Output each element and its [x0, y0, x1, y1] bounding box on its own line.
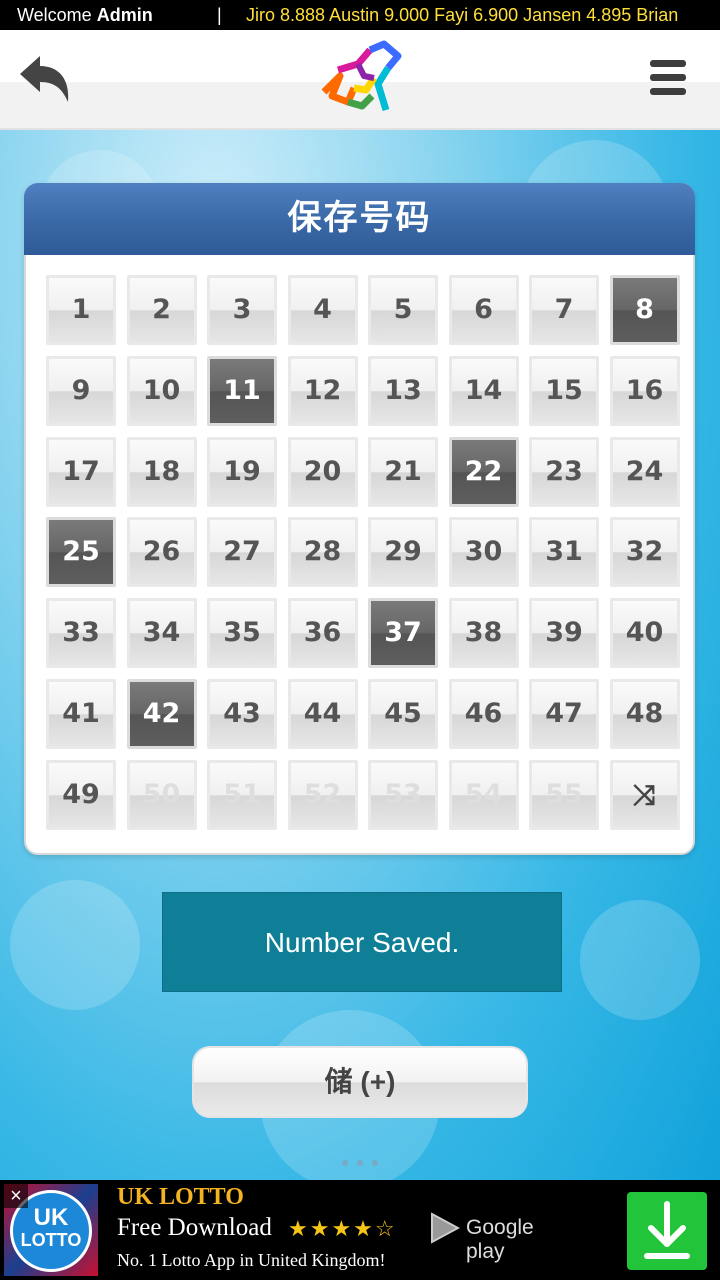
number-cell-7[interactable]: 7	[529, 275, 599, 345]
number-cell-5[interactable]: 5	[368, 275, 438, 345]
number-cell-33[interactable]: 33	[46, 598, 116, 669]
scores-marquee: Jiro 8.888 Austin 9.000 Fayi 6.900 Janse…	[246, 5, 679, 25]
ticker-bar: Welcome Admin | Jiro 8.888 Austin 9.000 …	[0, 0, 720, 30]
username: Admin	[96, 5, 153, 25]
ad-rating-stars: ★★★★☆	[288, 1216, 397, 1241]
ad-logo-line1: UK	[33, 1204, 69, 1231]
ad-download-button[interactable]	[627, 1192, 707, 1270]
number-cell-51: 51	[207, 759, 277, 830]
back-arrow-icon	[20, 56, 69, 102]
toast-message: Number Saved.	[162, 892, 562, 992]
page-dot	[342, 1160, 348, 1166]
number-cell-34[interactable]: 34	[126, 598, 197, 669]
number-cell-17[interactable]: 17	[46, 436, 116, 507]
welcome-text: Welcome Admin	[17, 5, 153, 25]
ad-logo-line2: LOTTO	[20, 1230, 82, 1250]
number-cell-14[interactable]: 14	[448, 355, 519, 426]
number-cell-3[interactable]: 3	[207, 275, 277, 345]
number-cell-26[interactable]: 26	[126, 517, 197, 588]
page-dot	[372, 1160, 378, 1166]
number-cell-19[interactable]: 19	[207, 436, 277, 507]
number-cell-11[interactable]: 11	[207, 355, 277, 426]
google-play-label: Google play	[466, 1216, 534, 1263]
number-cell-52: 52	[287, 759, 358, 830]
number-cell-15[interactable]: 15	[529, 355, 599, 426]
number-cell-22[interactable]: 22	[448, 436, 519, 507]
number-cell-13[interactable]: 13	[368, 355, 438, 426]
number-cell-40[interactable]: 40	[609, 598, 680, 669]
number-cell-23[interactable]: 23	[529, 436, 599, 507]
number-cell-41[interactable]: 41	[46, 679, 116, 749]
number-cell-54: 54	[448, 759, 519, 830]
number-cell-18[interactable]: 18	[126, 436, 197, 507]
number-cell-16[interactable]: 16	[609, 355, 680, 426]
google-play-icon	[431, 1212, 460, 1244]
number-cell-9[interactable]: 9	[46, 355, 116, 426]
hamburger-menu-icon	[650, 60, 686, 67]
back-button[interactable]	[18, 52, 72, 106]
page-indicator	[340, 1160, 380, 1168]
google-play-badge: Google play	[430, 1212, 570, 1263]
number-cell-36[interactable]: 36	[287, 598, 358, 669]
app-logo	[318, 40, 404, 118]
number-cell-53: 53	[368, 759, 438, 830]
number-cell-10[interactable]: 10	[126, 355, 197, 426]
number-cell-30[interactable]: 30	[448, 517, 519, 588]
hamburger-menu-icon	[650, 88, 686, 95]
number-cell-1[interactable]: 1	[46, 275, 116, 345]
number-cell-42[interactable]: 42	[126, 679, 197, 749]
number-cell-2[interactable]: 2	[126, 275, 197, 345]
download-icon	[644, 1201, 690, 1259]
ad-title: UK LOTTO	[117, 1184, 244, 1210]
number-cell-55: 55	[529, 759, 599, 830]
number-cell-27[interactable]: 27	[207, 517, 277, 588]
number-cell-32[interactable]: 32	[609, 517, 680, 588]
number-cell-44[interactable]: 44	[287, 679, 358, 749]
number-cell-28[interactable]: 28	[287, 517, 358, 588]
hamburger-menu-icon	[650, 74, 686, 81]
number-cell-4[interactable]: 4	[287, 275, 358, 345]
number-cell-50: 50	[126, 759, 197, 830]
panel-title: 保存号码	[24, 183, 695, 255]
number-cell-45[interactable]: 45	[368, 679, 438, 749]
store-button[interactable]: 储 (+)	[192, 1046, 528, 1118]
number-cell-48[interactable]: 48	[609, 679, 680, 749]
ad-subtitle: No. 1 Lotto App in United Kingdom!	[117, 1250, 386, 1270]
number-cell-37[interactable]: 37	[368, 598, 438, 669]
number-cell-35[interactable]: 35	[207, 598, 277, 669]
ticker-separator: |	[217, 5, 222, 25]
colorful-star-logo	[321, 40, 402, 112]
number-cell-24[interactable]: 24	[609, 436, 680, 507]
number-cell-38[interactable]: 38	[448, 598, 519, 669]
app-header	[0, 30, 720, 130]
number-cell-39[interactable]: 39	[529, 598, 599, 669]
number-cell-43[interactable]: 43	[207, 679, 277, 749]
number-cell-21[interactable]: 21	[368, 436, 438, 507]
number-cell-25[interactable]: 25	[46, 517, 116, 588]
page-dot	[357, 1160, 363, 1166]
ad-free-download: Free Download	[117, 1214, 272, 1241]
ad-banner[interactable]: UK LOTTO × UK LOTTO Free Download ★★★★☆ …	[0, 1180, 720, 1280]
number-cell-20[interactable]: 20	[287, 436, 358, 507]
number-cell-12[interactable]: 12	[287, 355, 358, 426]
number-cell-47[interactable]: 47	[529, 679, 599, 749]
bokeh-decoration	[10, 880, 140, 1010]
bokeh-decoration	[580, 900, 700, 1020]
number-cell-6[interactable]: 6	[448, 275, 519, 345]
saved-numbers-panel: 保存号码 1 2 3 4 5 6 7 8 9 10 11 12 13 14 15 16 17 18 19 20 21 22…	[24, 183, 695, 855]
number-cell-8[interactable]: 8	[609, 275, 680, 345]
number-cell-49[interactable]: 49	[46, 759, 116, 830]
number-cell-46[interactable]: 46	[448, 679, 519, 749]
shuffle-button[interactable]: ⤨	[609, 759, 680, 830]
number-cell-31[interactable]: 31	[529, 517, 599, 588]
number-cell-29[interactable]: 29	[368, 517, 438, 588]
menu-button[interactable]	[650, 60, 688, 100]
ad-close-button[interactable]: ×	[4, 1184, 28, 1208]
